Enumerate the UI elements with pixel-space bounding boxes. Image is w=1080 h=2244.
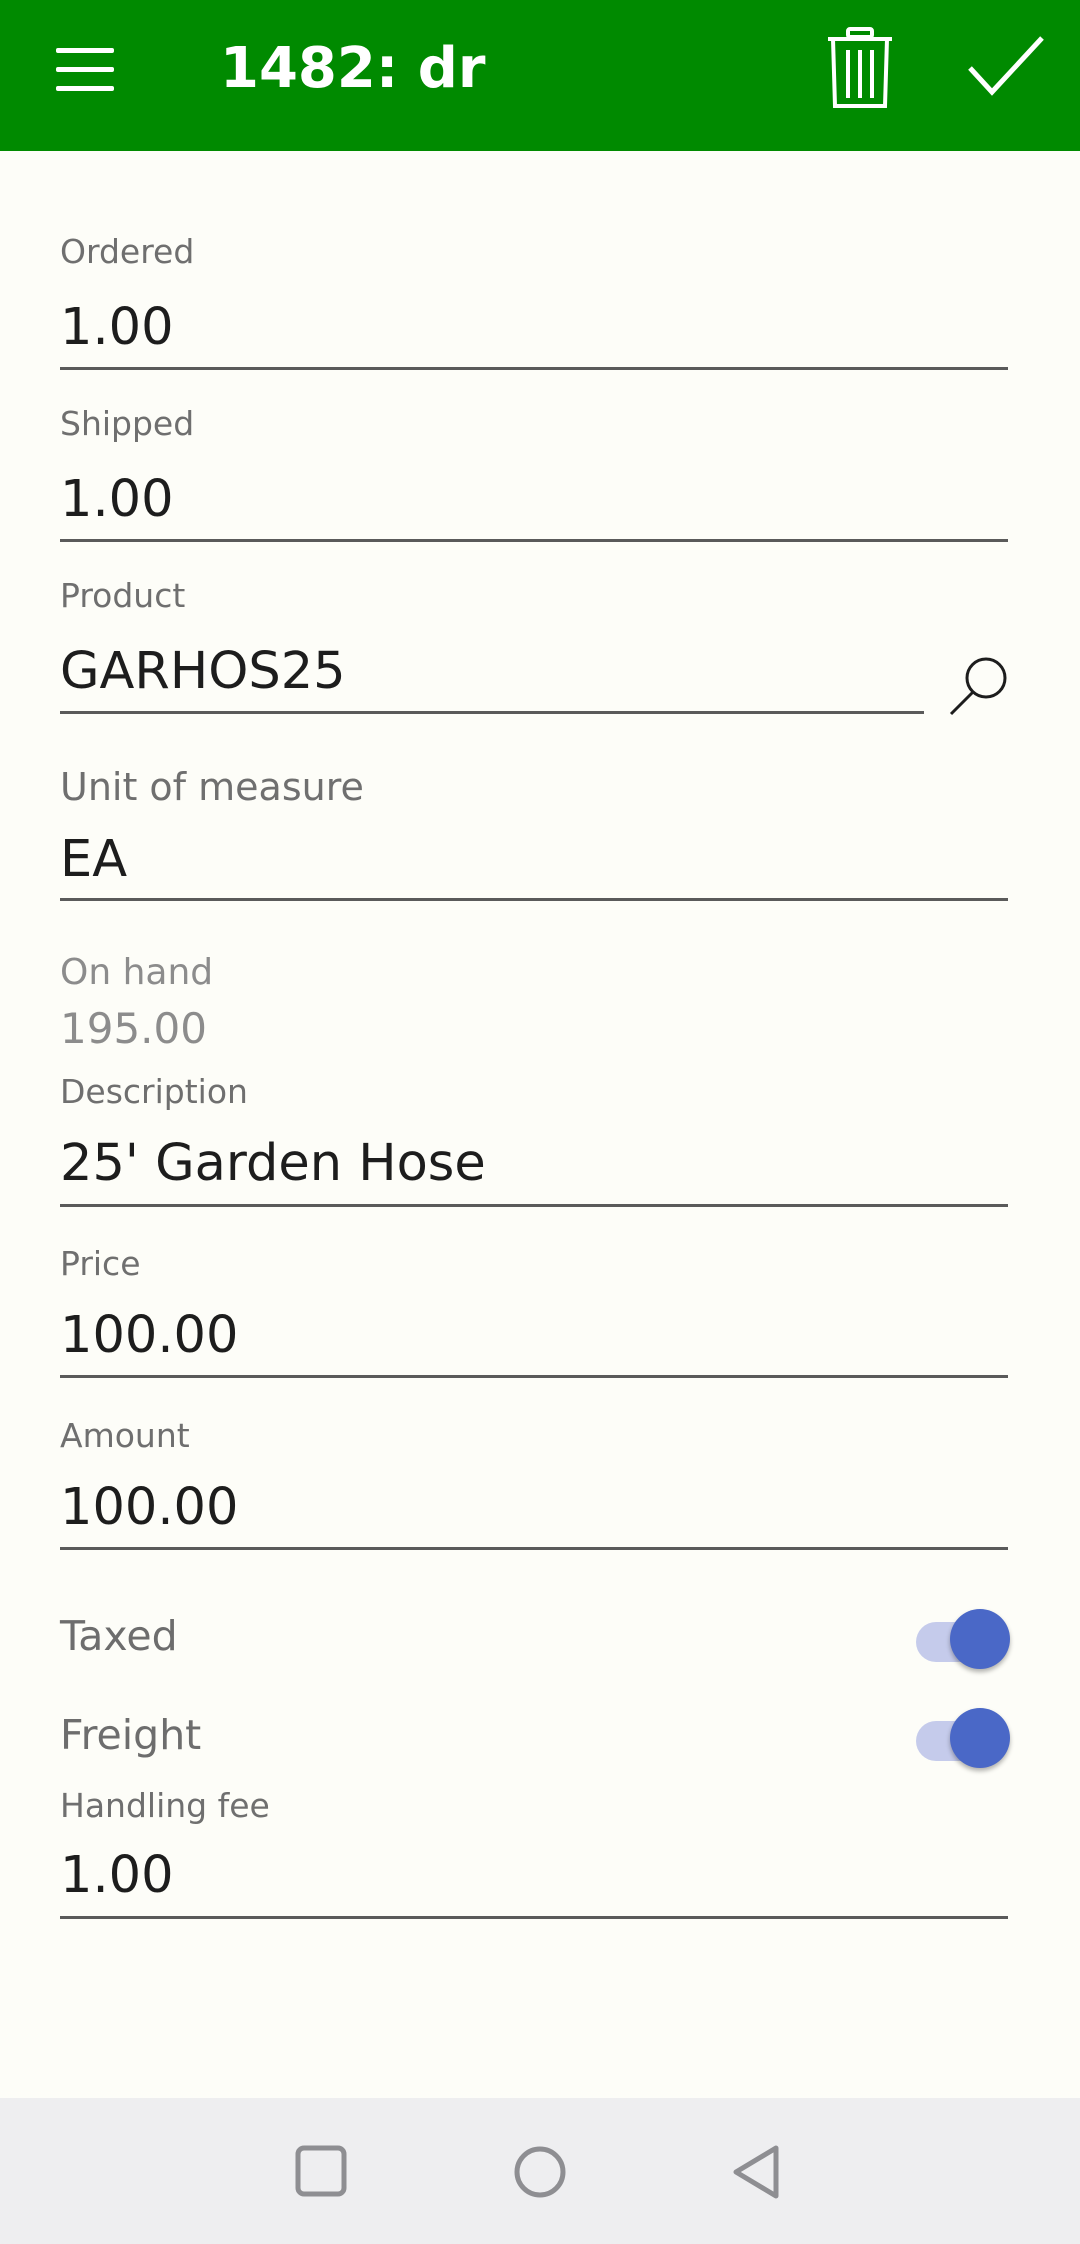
ordered-label: Ordered: [60, 232, 195, 271]
toggle-knob: [950, 1708, 1010, 1768]
on-hand-label: On hand: [60, 952, 214, 993]
handling-fee-input[interactable]: 1.00: [60, 1846, 174, 1906]
unit-label: Unit of measure: [60, 765, 364, 809]
unit-of-measure-field[interactable]: Unit of measure EA: [60, 764, 1008, 904]
product-input[interactable]: GARHOS25: [60, 642, 346, 702]
product-label: Product: [60, 576, 186, 615]
price-input[interactable]: 100.00: [60, 1306, 238, 1366]
handling-fee-underline: [60, 1916, 1008, 1919]
check-icon[interactable]: [966, 30, 1046, 100]
product-underline: [60, 711, 924, 714]
product-field[interactable]: Product GARHOS25: [60, 576, 1008, 716]
shipped-input[interactable]: 1.00: [60, 470, 174, 530]
unit-input[interactable]: EA: [60, 830, 127, 890]
recents-icon[interactable]: [290, 2140, 354, 2204]
app-bar: 1482: dr: [0, 0, 1080, 151]
price-label: Price: [60, 1244, 141, 1283]
back-icon[interactable]: [726, 2140, 790, 2204]
taxed-label: Taxed: [60, 1612, 178, 1660]
amount-underline: [60, 1547, 1008, 1550]
home-icon[interactable]: [508, 2140, 572, 2204]
menu-icon[interactable]: [56, 48, 114, 92]
on-hand-field: On hand 195.00: [60, 952, 1008, 1053]
unit-underline: [60, 898, 1008, 901]
description-label: Description: [60, 1072, 248, 1111]
description-underline: [60, 1204, 1008, 1207]
handling-fee-field[interactable]: Handling fee 1.00: [60, 1786, 1008, 1926]
amount-label: Amount: [60, 1416, 190, 1455]
freight-row: Freight: [60, 1699, 1010, 1769]
handling-fee-label: Handling fee: [60, 1786, 270, 1825]
ordered-input[interactable]: 1.00: [60, 298, 174, 358]
taxed-toggle[interactable]: [912, 1606, 1010, 1670]
amount-input[interactable]: 100.00: [60, 1478, 238, 1538]
freight-label: Freight: [60, 1711, 202, 1759]
price-underline: [60, 1375, 1008, 1378]
on-hand-value: 195.00: [60, 1004, 207, 1053]
shipped-field[interactable]: Shipped 1.00: [60, 404, 1008, 544]
ordered-underline: [60, 367, 1008, 370]
ordered-field[interactable]: Ordered 1.00: [60, 232, 1008, 372]
description-field[interactable]: Description 25' Garden Hose: [60, 1072, 1008, 1212]
freight-toggle[interactable]: [912, 1705, 1010, 1769]
system-nav-bar: [0, 2098, 1080, 2244]
price-field[interactable]: Price 100.00: [60, 1244, 1008, 1384]
taxed-row: Taxed: [60, 1600, 1010, 1670]
shipped-underline: [60, 539, 1008, 542]
page-title: 1482: dr: [220, 36, 486, 101]
shipped-label: Shipped: [60, 404, 195, 443]
description-input[interactable]: 25' Garden Hose: [60, 1134, 486, 1194]
toggle-knob: [950, 1609, 1010, 1669]
search-icon[interactable]: [948, 655, 1010, 717]
amount-field[interactable]: Amount 100.00: [60, 1416, 1008, 1556]
trash-icon[interactable]: [826, 26, 894, 110]
